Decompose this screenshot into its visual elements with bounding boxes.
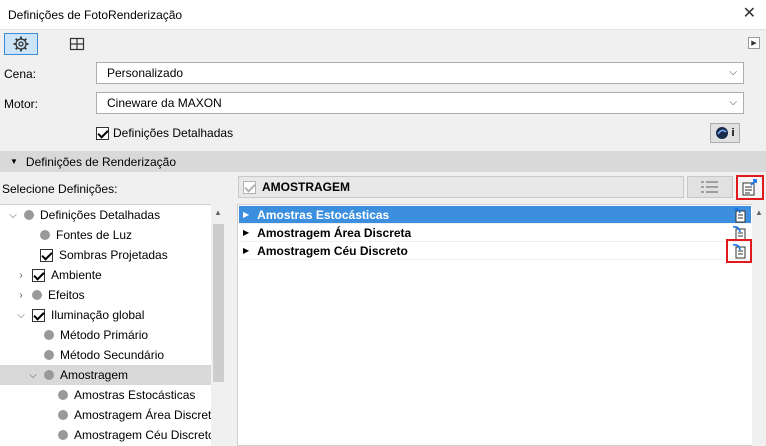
- render-settings-title: Definições de Renderização: [25, 154, 177, 169]
- tree-item-label: Método Primário: [60, 328, 149, 342]
- tree-item-discrete-sky-sampling[interactable]: Amostragem Céu Discreto: [42, 425, 215, 445]
- expand-panel-button[interactable]: ▶: [748, 37, 760, 49]
- tree-item-label: Fontes de Luz: [56, 228, 133, 242]
- dot-icon: [40, 230, 50, 240]
- sampling-checkbox[interactable]: [243, 180, 256, 194]
- save-preset-icon: [742, 178, 757, 195]
- tree-item-label: Definições Detalhadas: [40, 208, 161, 222]
- dot-icon: [58, 390, 68, 400]
- tree-item-secondary-method[interactable]: Método Secundário: [28, 345, 164, 365]
- engine-label: Motor:: [4, 97, 39, 111]
- scene-dropdown[interactable]: Personalizado ⌵: [96, 62, 744, 84]
- engine-value: Cineware da MAXON: [107, 96, 222, 110]
- dot-icon: [58, 430, 68, 440]
- tree-item-label: Amostragem Céu Discreto: [74, 428, 215, 442]
- detailed-settings-row: Definições Detalhadas: [96, 125, 233, 141]
- chevron-down-icon[interactable]: ⌵: [8, 210, 18, 221]
- tree-item-label: Amostragem Área Discreta: [74, 408, 219, 422]
- scroll-up-icon[interactable]: ▲: [214, 208, 222, 217]
- dot-icon: [44, 370, 54, 380]
- sampling-header: AMOSTRAGEM: [238, 176, 684, 198]
- scene-label: Cena:: [4, 67, 37, 81]
- close-icon[interactable]: ✕: [743, 5, 756, 23]
- tree-item-label: Ambiente: [51, 268, 102, 282]
- sampling-list: ▶ Amostras Estocásticas ▶ Amostragem Áre…: [237, 204, 753, 446]
- scene-value: Personalizado: [107, 66, 184, 80]
- list-row-label: Amostragem Céu Discreto: [257, 243, 408, 258]
- tree-item-label: Método Secundário: [60, 348, 165, 362]
- view-tab-button[interactable]: [60, 33, 94, 55]
- global-illumination-checkbox[interactable]: [32, 308, 45, 322]
- list-scrollbar[interactable]: ▲: [752, 204, 766, 446]
- environment-checkbox[interactable]: [32, 268, 45, 282]
- chevron-down-icon[interactable]: ⌵: [28, 370, 38, 381]
- scroll-up-icon[interactable]: ▲: [755, 208, 763, 217]
- preset-doc-icon[interactable]: [731, 207, 747, 223]
- tree-item-shadows[interactable]: Sombras Projetadas: [24, 245, 168, 265]
- tree-item-light-sources[interactable]: Fontes de Luz: [24, 225, 132, 245]
- tree-item-label: Amostras Estocásticas: [74, 388, 196, 402]
- list-row-discrete-area-sampling[interactable]: ▶ Amostragem Área Discreta: [239, 224, 751, 242]
- list-icon: [701, 181, 718, 193]
- engine-info-button[interactable]: i: [710, 123, 740, 143]
- toolbar: ▶: [0, 31, 766, 57]
- dot-icon: [58, 410, 68, 420]
- highlight-box: [726, 239, 752, 263]
- list-view-button[interactable]: [687, 176, 733, 198]
- dot-icon: [44, 330, 54, 340]
- tree-scrollbar[interactable]: ▲: [211, 204, 226, 446]
- save-preset-button[interactable]: [736, 175, 764, 200]
- chevron-right-icon[interactable]: ›: [16, 290, 26, 301]
- triangle-right-icon[interactable]: ▶: [243, 210, 249, 219]
- dot-icon: [44, 350, 54, 360]
- dot-icon: [32, 290, 42, 300]
- title-bar: Definições de FotoRenderização ✕: [0, 0, 766, 30]
- tree-item-discrete-area-sampling[interactable]: Amostragem Área Discreta: [42, 405, 218, 425]
- gear-icon: [13, 36, 29, 52]
- detailed-settings-checkbox[interactable]: [96, 126, 109, 140]
- list-row-label: Amostragem Área Discreta: [257, 225, 412, 240]
- chevron-down-icon: ⌵: [729, 67, 737, 78]
- tree-item-effects[interactable]: › Efeitos: [16, 285, 85, 305]
- tree-item-label: Sombras Projetadas: [59, 248, 168, 262]
- tree-item-stochastic-samples[interactable]: Amostras Estocásticas: [42, 385, 195, 405]
- tree-item-label: Efeitos: [48, 288, 85, 302]
- sampling-header-title: AMOSTRAGEM: [262, 180, 350, 194]
- triangle-down-icon: ▼: [10, 157, 18, 166]
- window-title: Definições de FotoRenderização: [8, 8, 183, 22]
- select-settings-label: Selecione Definições:: [2, 182, 118, 196]
- triangle-right-icon[interactable]: ▶: [243, 228, 249, 237]
- tree-item-environment[interactable]: › Ambiente: [16, 265, 102, 285]
- settings-tab-button[interactable]: [4, 33, 38, 55]
- tree-item-global-illumination[interactable]: ⌵ Iluminação global: [16, 305, 144, 325]
- tree-item-primary-method[interactable]: Método Primário: [28, 325, 148, 345]
- triangle-right-icon[interactable]: ▶: [243, 246, 249, 255]
- detailed-settings-label: Definições Detalhadas: [113, 126, 234, 140]
- list-row-discrete-sky-sampling[interactable]: ▶ Amostragem Céu Discreto: [239, 242, 751, 260]
- tree-item-sampling[interactable]: ⌵ Amostragem: [0, 365, 211, 385]
- list-row-stochastic-samples[interactable]: ▶ Amostras Estocásticas: [239, 206, 751, 224]
- tree-item-detailed-settings[interactable]: ⌵ Definições Detalhadas: [8, 205, 160, 225]
- tree-scroll-thumb[interactable]: [213, 224, 224, 382]
- info-glyph: i: [731, 127, 735, 139]
- engine-dropdown[interactable]: Cineware da MAXON ⌵: [96, 92, 744, 114]
- tree-item-label: Amostragem: [60, 368, 129, 382]
- shadows-checkbox[interactable]: [40, 248, 53, 262]
- chevron-right-icon[interactable]: ›: [16, 270, 26, 281]
- grid-view-icon: [69, 37, 85, 51]
- settings-tree: ⌵ Definições Detalhadas Fontes de Luz So…: [0, 204, 226, 446]
- chevron-down-icon: ⌵: [729, 97, 737, 108]
- cinema4d-logo-icon: [716, 127, 729, 139]
- tree-item-label: Iluminação global: [51, 308, 145, 322]
- render-settings-header[interactable]: ▼ Definições de Renderização: [0, 151, 766, 172]
- triangle-right-icon: ▶: [751, 40, 757, 47]
- list-row-label: Amostras Estocásticas: [257, 207, 390, 222]
- dot-icon: [24, 210, 34, 220]
- chevron-down-icon[interactable]: ⌵: [16, 310, 26, 321]
